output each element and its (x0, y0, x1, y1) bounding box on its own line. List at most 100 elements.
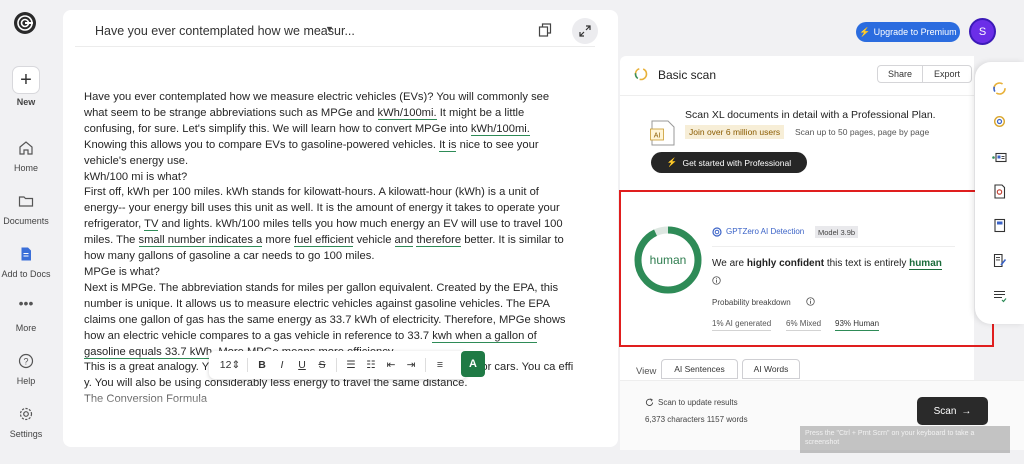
document-paragraph[interactable]: Next is MPGe. The abbreviation stands fo… (84, 281, 574, 361)
document-paragraph[interactable]: First off, kWh per 100 miles. kWh stands… (84, 185, 574, 265)
upgrade-premium-button[interactable]: ⚡ Upgrade to Premium (856, 22, 960, 42)
document-paragraph[interactable]: Have you ever contemplated how we measur… (84, 90, 574, 170)
text-run: kWh/100 mi is what? (84, 170, 188, 183)
strikethrough-button[interactable]: S (312, 359, 332, 371)
help-icon[interactable]: ? (18, 353, 34, 369)
flagged-phrase[interactable]: kWh/100mi. (470, 122, 530, 136)
toolbar-divider (425, 358, 426, 372)
verdict-label: human (650, 253, 687, 267)
confidence-statement: We are highly confident this text is ent… (712, 258, 942, 270)
bullet-list-icon[interactable]: ☷ (361, 359, 381, 371)
edit-document-icon[interactable] (992, 253, 1007, 268)
title-dropdown-icon[interactable]: ▼ (325, 24, 334, 34)
ai-document-icon: AI (650, 120, 675, 146)
text-run: vehicle (353, 234, 395, 247)
ai-generated-stat: 1% AI generated (712, 319, 772, 331)
promo-badge: Join over 6 million users (685, 125, 785, 139)
refresh-icon (645, 398, 654, 406)
expand-button[interactable] (572, 18, 598, 44)
scan-title: Basic scan (658, 68, 717, 82)
app-logo-icon[interactable] (13, 11, 37, 35)
title-divider (75, 46, 595, 47)
left-sidebar: + New Home Documents Add to Docs ••• Mor… (0, 0, 52, 464)
italic-button[interactable]: I (272, 359, 292, 371)
info-icon[interactable] (806, 297, 815, 306)
scan-ring-icon[interactable] (992, 81, 1007, 96)
text-run: Knowing this allows you to compare EVs t… (84, 138, 440, 151)
numbered-list-icon[interactable]: ☰ (341, 359, 361, 371)
copy-icon[interactable] (537, 22, 553, 38)
book-icon[interactable] (992, 218, 1007, 233)
nav-help-label[interactable]: Help (0, 376, 52, 386)
scan-status-icon (634, 67, 648, 81)
align-icon[interactable]: ≡ (430, 359, 450, 371)
id-card-icon[interactable] (992, 150, 1007, 165)
bold-button[interactable]: B (252, 359, 272, 371)
flagged-phrase[interactable]: small number indicates a (138, 234, 263, 248)
editor-panel: Have you ever contemplated how we measur… (63, 10, 618, 447)
plagiarism-icon[interactable] (992, 114, 1007, 129)
ai-sentences-tab[interactable]: AI Sentences (661, 359, 738, 379)
text-run: MPGe is what? (84, 265, 160, 278)
document-icon[interactable] (18, 246, 34, 262)
expand-icon (579, 25, 591, 37)
flagged-phrase[interactable]: kWh/100mi. (377, 106, 437, 120)
nav-documents-label[interactable]: Documents (0, 216, 52, 226)
bottom-fade (63, 388, 618, 418)
ai-words-tab[interactable]: AI Words (742, 359, 800, 379)
human-stat: 93% Human (835, 319, 880, 331)
writing-assist-button[interactable]: A (461, 351, 485, 377)
nav-more-label[interactable]: More (0, 323, 52, 333)
document-title[interactable]: Have you ever contemplated how we measur… (95, 24, 355, 38)
gptzero-icon (712, 227, 722, 237)
svg-text:AI: AI (654, 133, 661, 140)
lightning-icon: ⚡ (859, 26, 871, 37)
svg-text:?: ? (23, 357, 28, 367)
character-count: 6,373 characters 1157 words (645, 415, 748, 424)
text-run: more (262, 234, 294, 247)
outdent-icon[interactable]: ⇤ (381, 359, 401, 371)
document-paragraph[interactable]: kWh/100 mi is what? (84, 170, 574, 186)
user-avatar[interactable]: S (969, 18, 996, 45)
get-professional-button[interactable]: ⚡ Get started with Professional (651, 152, 807, 173)
result-donut-chart: human (634, 226, 702, 294)
flagged-phrase[interactable]: TV (144, 218, 159, 232)
info-icon[interactable] (712, 276, 721, 285)
lightning-icon: ⚡ (666, 157, 678, 167)
share-button[interactable]: Share (877, 65, 923, 83)
more-dots-icon[interactable]: ••• (18, 296, 34, 315)
detector-label: GPTZero AI Detection (726, 227, 805, 236)
nav-home-label[interactable]: Home (0, 163, 52, 173)
flagged-phrase[interactable]: and (394, 234, 414, 248)
view-label: View (636, 366, 657, 377)
model-badge: Model 3.9b (815, 226, 859, 238)
rescan-hint: Scan to update results (658, 398, 738, 407)
header-divider (620, 95, 974, 96)
nav-add-to-docs-label[interactable]: Add to Docs (0, 269, 52, 279)
screenshot-tooltip: Press the "Ctrl + Prnt Scrn" on your key… (800, 426, 1010, 453)
new-label: New (16, 97, 36, 107)
nav-settings-label[interactable]: Settings (0, 429, 52, 439)
arrow-right-icon: → (961, 405, 972, 417)
folder-icon[interactable] (18, 193, 34, 209)
checklist-icon[interactable] (992, 288, 1007, 303)
new-document-button[interactable]: + (12, 66, 40, 94)
promo-subtext: Scan up to 50 pages, page by page (795, 127, 930, 137)
document-search-icon[interactable] (992, 184, 1007, 199)
document-paragraph[interactable]: MPGe is what? (84, 265, 574, 281)
flagged-phrase[interactable]: therefore (416, 234, 462, 248)
probability-breakdown-label: Probability breakdown (712, 298, 791, 307)
font-size-select[interactable]: 12⇕ (217, 359, 243, 371)
scan-button[interactable]: Scan → (917, 397, 988, 425)
underline-button[interactable]: U (292, 359, 312, 371)
toolbar-divider (247, 358, 248, 372)
gear-icon[interactable] (18, 406, 34, 422)
result-divider (712, 246, 955, 247)
plus-icon: + (20, 68, 32, 91)
flagged-phrase[interactable]: It is (439, 138, 457, 152)
indent-icon[interactable]: ⇥ (401, 359, 421, 371)
export-button[interactable]: Export (922, 65, 972, 83)
promo-heading: Scan XL documents in detail with a Profe… (685, 109, 936, 121)
home-icon[interactable] (18, 140, 34, 156)
flagged-phrase[interactable]: fuel efficient (293, 234, 354, 248)
